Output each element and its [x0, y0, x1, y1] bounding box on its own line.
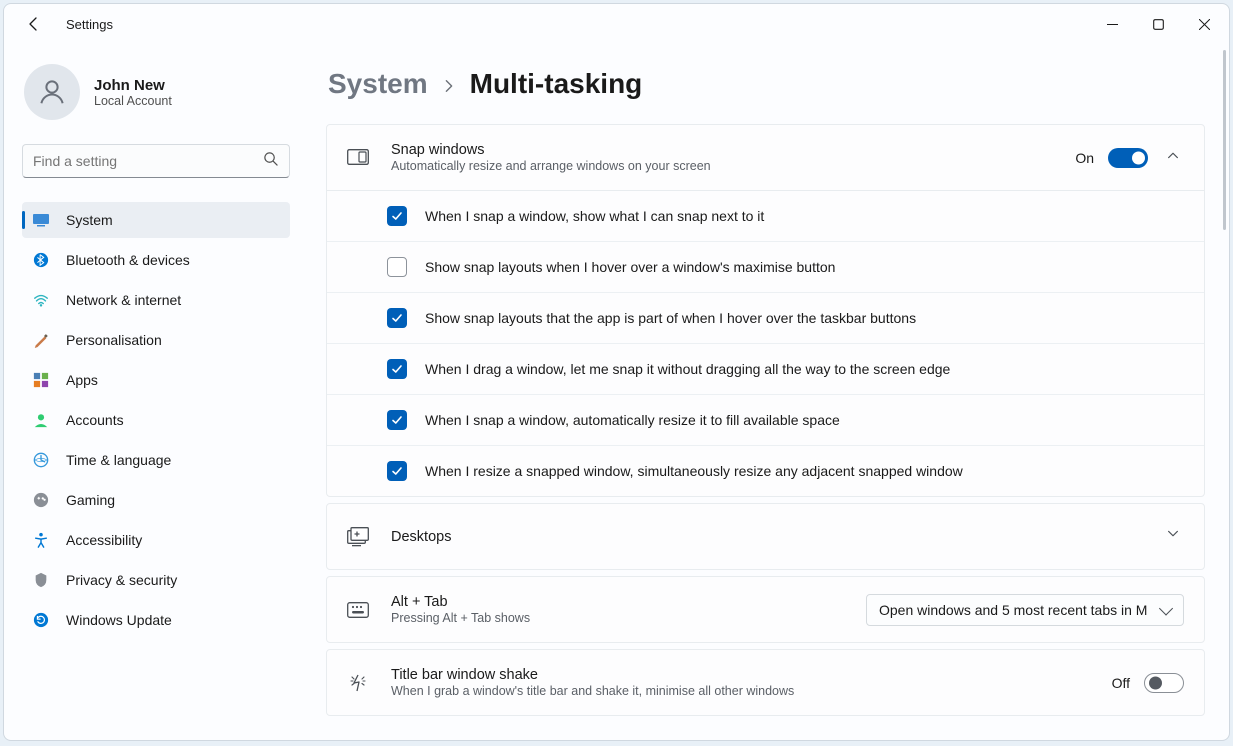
search-icon	[263, 151, 278, 171]
shake-icon	[347, 672, 369, 694]
personalisation-icon	[32, 331, 50, 349]
snap-option-label: When I snap a window, automatically resi…	[425, 412, 840, 428]
chevron-down-icon	[1162, 523, 1184, 550]
sidebar-item-update[interactable]: Windows Update	[22, 602, 290, 638]
title-bar-shake-toggle[interactable]	[1144, 673, 1184, 693]
sidebar-item-privacy[interactable]: Privacy & security	[22, 562, 290, 598]
privacy-icon	[32, 571, 50, 589]
sidebar-item-label: Gaming	[66, 492, 115, 508]
snap-option-row: When I drag a window, let me snap it wit…	[327, 344, 1204, 395]
card-subtitle: When I grab a window's title bar and sha…	[391, 684, 1090, 698]
snap-windows-toggle[interactable]	[1108, 148, 1148, 168]
accounts-icon	[32, 411, 50, 429]
minimize-button[interactable]	[1089, 8, 1135, 40]
main-content: System Multi-tasking Snap windows Automa…	[314, 44, 1229, 740]
snap-option-label: When I drag a window, let me snap it wit…	[425, 361, 950, 377]
avatar	[24, 64, 80, 120]
sidebar-item-bluetooth[interactable]: Bluetooth & devices	[22, 242, 290, 278]
chevron-up-icon[interactable]	[1162, 144, 1184, 171]
sidebar-item-label: Privacy & security	[66, 572, 177, 588]
toggle-state-label: Off	[1112, 675, 1130, 691]
sidebar-item-system[interactable]: System	[22, 202, 290, 238]
scrollbar[interactable]	[1223, 50, 1226, 230]
sidebar-item-time[interactable]: Time & language	[22, 442, 290, 478]
back-button[interactable]	[24, 14, 44, 34]
snap-option-label: Show snap layouts when I hover over a wi…	[425, 259, 835, 275]
sidebar-item-label: Windows Update	[66, 612, 172, 628]
sidebar-item-personalisation[interactable]: Personalisation	[22, 322, 290, 358]
sidebar-item-label: Apps	[66, 372, 98, 388]
breadcrumb-parent[interactable]: System	[328, 68, 428, 100]
snap-option-row: When I resize a snapped window, simultan…	[327, 446, 1204, 496]
breadcrumb-current: Multi-tasking	[470, 68, 643, 100]
user-subtitle: Local Account	[94, 94, 172, 108]
snap-windows-card: Snap windows Automatically resize and ar…	[326, 124, 1205, 497]
maximize-button[interactable]	[1135, 8, 1181, 40]
app-title: Settings	[66, 17, 113, 32]
title-bar-shake-card: Title bar window shake When I grab a win…	[326, 649, 1205, 716]
card-title: Desktops	[391, 529, 1140, 545]
desktops-icon	[347, 527, 369, 547]
update-icon	[32, 611, 50, 629]
snap-option-check-5[interactable]	[387, 461, 407, 481]
snap-option-row: When I snap a window, show what I can sn…	[327, 191, 1204, 242]
snap-option-label: When I snap a window, show what I can sn…	[425, 208, 764, 224]
sidebar-item-label: Accounts	[66, 412, 124, 428]
snap-option-row: Show snap layouts that the app is part o…	[327, 293, 1204, 344]
gaming-icon	[32, 491, 50, 509]
select-value: Open windows and 5 most recent tabs in M	[879, 602, 1147, 618]
card-title: Alt + Tab	[391, 594, 844, 610]
alt-tab-card: Alt + Tab Pressing Alt + Tab shows Open …	[326, 576, 1205, 643]
snap-windows-icon	[347, 149, 369, 167]
bluetooth-icon	[32, 251, 50, 269]
sidebar-item-label: Accessibility	[66, 532, 142, 548]
snap-option-check-0[interactable]	[387, 206, 407, 226]
desktops-card[interactable]: Desktops	[326, 503, 1205, 570]
sidebar: John New Local Account System Bluetooth …	[4, 44, 314, 740]
snap-option-label: Show snap layouts that the app is part o…	[425, 310, 916, 326]
time-icon	[32, 451, 50, 469]
card-subtitle: Pressing Alt + Tab shows	[391, 611, 844, 625]
sidebar-item-accessibility[interactable]: Accessibility	[22, 522, 290, 558]
snap-option-check-4[interactable]	[387, 410, 407, 430]
sidebar-item-network[interactable]: Network & internet	[22, 282, 290, 318]
card-title: Snap windows	[391, 142, 1053, 158]
alt-tab-select[interactable]: Open windows and 5 most recent tabs in M	[866, 594, 1184, 626]
apps-icon	[32, 371, 50, 389]
toggle-state-label: On	[1075, 150, 1094, 166]
snap-option-row: When I snap a window, automatically resi…	[327, 395, 1204, 446]
sidebar-item-label: Personalisation	[66, 332, 162, 348]
search-input[interactable]	[22, 144, 290, 178]
close-button[interactable]	[1181, 8, 1227, 40]
accessibility-icon	[32, 531, 50, 549]
sidebar-item-label: Bluetooth & devices	[66, 252, 190, 268]
network-icon	[32, 291, 50, 309]
sidebar-item-label: Network & internet	[66, 292, 181, 308]
titlebar: Settings	[4, 4, 1229, 44]
card-title: Title bar window shake	[391, 667, 1090, 683]
sidebar-item-accounts[interactable]: Accounts	[22, 402, 290, 438]
snap-option-label: When I resize a snapped window, simultan…	[425, 463, 963, 479]
snap-option-row: Show snap layouts when I hover over a wi…	[327, 242, 1204, 293]
user-name: John New	[94, 77, 172, 94]
system-icon	[32, 211, 50, 229]
card-subtitle: Automatically resize and arrange windows…	[391, 159, 1053, 173]
breadcrumb: System Multi-tasking	[328, 68, 1205, 100]
alt-tab-icon	[347, 602, 369, 618]
snap-windows-header[interactable]: Snap windows Automatically resize and ar…	[327, 125, 1204, 190]
snap-option-check-1[interactable]	[387, 257, 407, 277]
sidebar-item-gaming[interactable]: Gaming	[22, 482, 290, 518]
sidebar-item-label: System	[66, 212, 113, 228]
sidebar-item-apps[interactable]: Apps	[22, 362, 290, 398]
user-profile[interactable]: John New Local Account	[22, 64, 314, 120]
snap-option-check-3[interactable]	[387, 359, 407, 379]
chevron-right-icon	[442, 73, 456, 99]
snap-option-check-2[interactable]	[387, 308, 407, 328]
sidebar-item-label: Time & language	[66, 452, 171, 468]
